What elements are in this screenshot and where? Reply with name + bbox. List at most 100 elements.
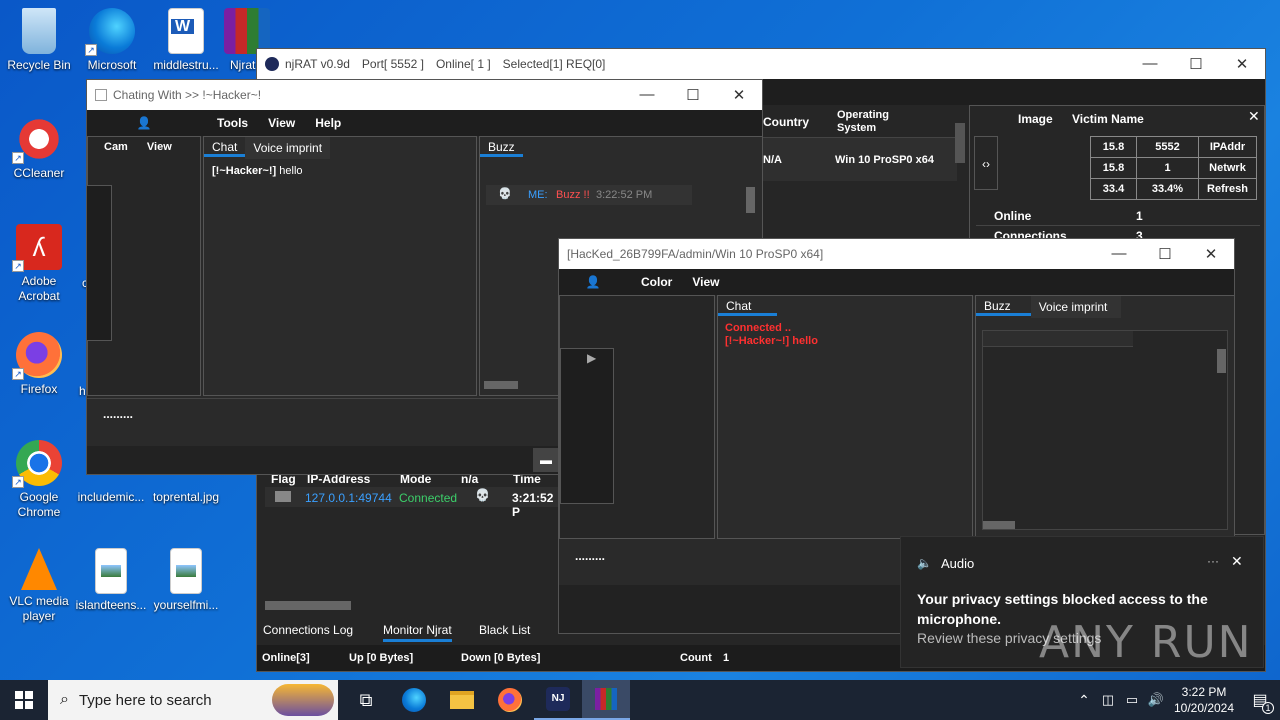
maximize-icon[interactable]: ☐ (1173, 55, 1219, 73)
tab-chat[interactable]: Chat (204, 140, 246, 157)
buzz-scrollbar[interactable] (1217, 349, 1226, 373)
stat-cell: 1 (1136, 157, 1199, 179)
stat-cell: 5552 (1136, 136, 1199, 158)
tab-black-list[interactable]: Black List (479, 623, 530, 637)
ipaddr-button[interactable]: IPAddr (1198, 136, 1257, 158)
tab-voice-imprint[interactable]: Voice imprint (245, 137, 331, 159)
more-options-icon[interactable]: ··· (1207, 554, 1219, 568)
minimize-icon[interactable]: — (624, 86, 670, 104)
buzz-text: Buzz !! (556, 189, 590, 201)
desktop-icon-toprental[interactable]: toprental.jpg (147, 470, 225, 505)
close-icon[interactable]: ✕ (1248, 108, 1260, 125)
njrat-title: njRAT v0.9d (285, 57, 350, 71)
menu-color[interactable]: Color (631, 275, 682, 289)
column-header-country[interactable]: Country (763, 115, 809, 129)
firefox-taskbar-icon[interactable] (486, 680, 534, 720)
detail-header-victim: Victim Name (1072, 112, 1144, 126)
clock[interactable]: 3:22 PM 10/20/2024 (1168, 684, 1240, 716)
table-scrollbar[interactable] (955, 123, 965, 163)
tab-buzz[interactable]: Buzz (976, 299, 1031, 316)
network-icon[interactable]: ▭ (1120, 692, 1144, 708)
desktop-icon-islandteens[interactable]: islandteens... (72, 548, 150, 613)
buzz-scrollbar[interactable] (746, 187, 755, 213)
close-icon[interactable]: ✕ (716, 86, 762, 104)
video-frame: ▶ (560, 348, 614, 504)
image-file-icon (170, 548, 202, 594)
message-text: hello (279, 165, 303, 177)
log-scrollbar[interactable] (265, 601, 351, 610)
user-avatar-icon[interactable]: 👤 (87, 116, 201, 130)
vlc-cone-icon (21, 548, 57, 590)
expand-toggle-icon[interactable]: ‹› (974, 136, 998, 190)
njrat-taskbar-icon[interactable]: NJ (534, 680, 582, 720)
close-icon[interactable]: ✕ (1231, 553, 1243, 570)
chat1-left-panel: Cam View (86, 136, 201, 396)
desktop-icon-label: Firefox (20, 382, 58, 396)
tab-buzz[interactable]: Buzz (480, 140, 523, 157)
play-icon[interactable]: ▶ (587, 351, 596, 365)
victim-country[interactable]: N/A (763, 154, 782, 166)
desktop-icon-edge[interactable]: ↗ Microsoft Edge (73, 8, 151, 73)
speaker-icon: 🔈 (917, 556, 932, 570)
minimize-icon[interactable]: — (1127, 55, 1173, 73)
firefox-icon: ↗ (12, 332, 62, 380)
partial-desktop-label: h (79, 384, 86, 398)
info-row: Online 1 (976, 206, 1260, 226)
desktop-icon-includemic[interactable]: includemic... (72, 470, 150, 505)
volume-icon[interactable]: 🔊 (1144, 692, 1168, 708)
tab-connections-log[interactable]: Connections Log (263, 623, 353, 637)
file-explorer-icon[interactable] (438, 680, 486, 720)
desktop-icon-label: includemic... (77, 490, 145, 504)
chevron-up-icon[interactable]: ⌃ (1072, 692, 1096, 709)
action-center-icon[interactable]: ▤ 1 (1240, 690, 1280, 714)
edge-taskbar-icon[interactable] (390, 680, 438, 720)
desktop-icon-vlc[interactable]: VLC media player (0, 548, 78, 624)
buzz-h-scrollbar[interactable] (983, 521, 1015, 529)
maximize-icon[interactable]: ☐ (1142, 245, 1188, 263)
tab-chat[interactable]: Chat (718, 299, 778, 316)
send-message-icon[interactable]: ▬ (533, 448, 559, 472)
task-view-icon[interactable]: ⧉ (342, 680, 390, 720)
audio-notification[interactable]: 🔈 Audio ··· ✕ Your privacy settings bloc… (900, 536, 1264, 668)
desktop-icon-chrome[interactable]: ↗ Google Chrome (0, 440, 78, 520)
winrar-taskbar-icon[interactable] (582, 680, 630, 720)
menu-view[interactable]: View (147, 141, 172, 153)
tab-voice-imprint[interactable]: Voice imprint (1030, 296, 1122, 318)
user-avatar-icon[interactable]: 👤 (559, 275, 627, 289)
menu-cam[interactable]: Cam (104, 141, 128, 153)
desktop-icon-label: yourselfmi... (153, 598, 219, 612)
maximize-icon[interactable]: ☐ (670, 86, 716, 104)
buzz-h-scrollbar[interactable] (484, 381, 518, 389)
desktop-icon-label: Recycle Bin (7, 58, 71, 72)
log-ip: 127.0.0.1:49744 (305, 491, 392, 505)
menu-view[interactable]: View (682, 275, 729, 289)
desktop-icon-yourselfmi[interactable]: yourselfmi... (147, 548, 225, 613)
desktop-icon-label: Microsoft Edge (87, 58, 137, 72)
desktop-icon-label: islandteens... (75, 598, 147, 612)
notification-count-badge: 1 (1262, 702, 1274, 714)
buzz-list (982, 330, 1228, 530)
tab-monitor-njrat[interactable]: Monitor Njrat (383, 623, 452, 642)
menu-view[interactable]: View (258, 116, 305, 130)
menu-help[interactable]: Help (305, 116, 351, 130)
menu-tools[interactable]: Tools (207, 116, 258, 130)
log-row[interactable]: 127.0.0.1:49744 Connected 💀 3:21:52 P (265, 487, 561, 519)
netwrk-button[interactable]: Netwrk (1198, 157, 1257, 179)
meet-now-icon[interactable]: ◫ (1096, 692, 1120, 708)
minimize-icon[interactable]: — (1096, 245, 1142, 263)
chat-message: [!~Hacker~!] hello (204, 159, 476, 183)
desktop-icon-recycle-bin[interactable]: Recycle Bin (0, 8, 78, 73)
taskbar-search-box[interactable]: ⌕ Type here to search (48, 680, 338, 720)
victim-os[interactable]: Win 10 ProSP0 x64 (835, 154, 934, 166)
windows-start-icon[interactable] (0, 680, 48, 720)
chat2-input-text: ......... (575, 549, 606, 563)
column-header-os[interactable]: Operating System (837, 109, 917, 135)
desktop-icon-ccleaner[interactable]: ↗ CCleaner (0, 116, 78, 181)
desktop-icon-firefox[interactable]: ↗ Firefox (0, 332, 78, 397)
desktop-icon-word-doc[interactable]: W middlestru... (147, 8, 225, 73)
close-icon[interactable]: ✕ (1188, 245, 1234, 263)
refresh-button[interactable]: Refresh (1198, 178, 1257, 200)
close-icon[interactable]: ✕ (1219, 55, 1265, 73)
desktop-icon-acrobat[interactable]: ʎ ↗ Adobe Acrobat (0, 224, 78, 304)
chat-window-icon (95, 89, 107, 101)
